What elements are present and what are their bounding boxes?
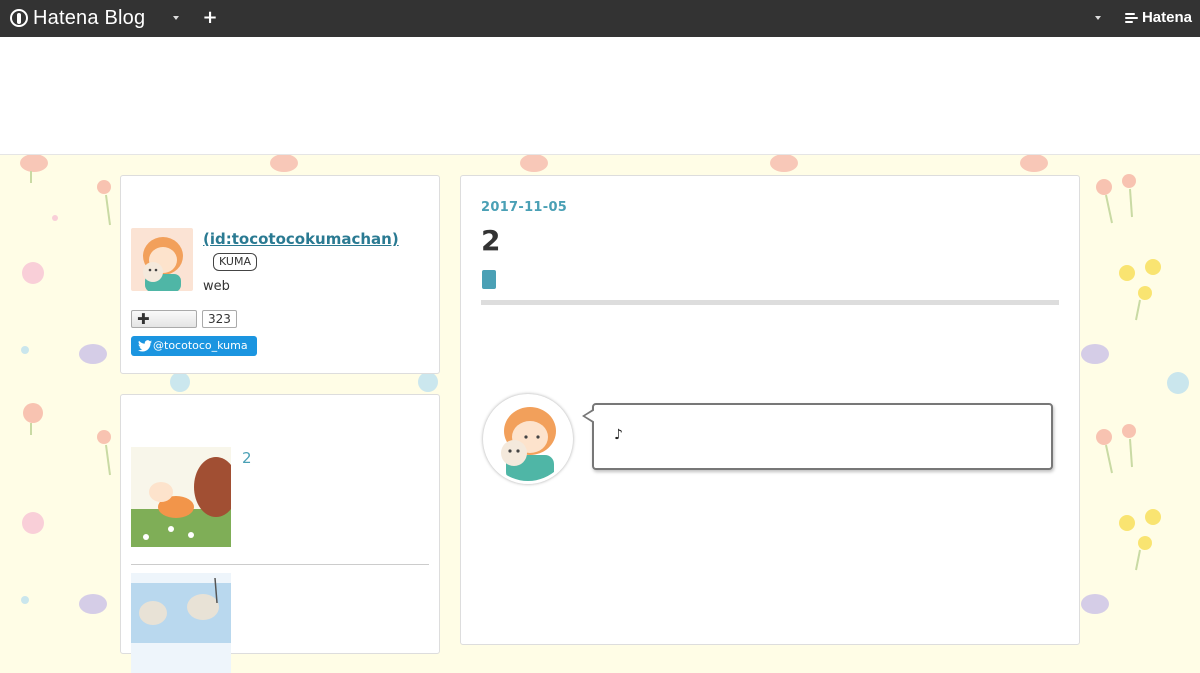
user-menu-chevron-icon[interactable] bbox=[1091, 11, 1105, 25]
hatena-blog-logo[interactable]: Hatena Blog bbox=[10, 7, 145, 29]
hatena-brand-text: Hatena bbox=[1141, 9, 1192, 26]
entry-article: 2017-11-05 2 ♪ bbox=[460, 175, 1080, 645]
twitter-handle: @tocotoco_kuma bbox=[153, 339, 248, 352]
entry-title[interactable]: 2 bbox=[481, 224, 500, 257]
hatena-brand-link[interactable]: Hatena bbox=[1124, 9, 1192, 26]
logo-text: Hatena Blog bbox=[33, 6, 146, 29]
global-header: Hatena Blog + Hatena bbox=[0, 0, 1200, 37]
subscribe-button[interactable]: ✚ bbox=[131, 310, 197, 328]
hatena-blog-logo-icon bbox=[10, 9, 28, 27]
chevron-down-icon[interactable] bbox=[169, 11, 183, 25]
speech-bubble: ♪ bbox=[582, 403, 1053, 470]
blog-header-area bbox=[0, 37, 1200, 155]
reader-count: 323 bbox=[202, 310, 237, 328]
recent-entries-module: 2 bbox=[120, 394, 440, 673]
hatena-brand-icon bbox=[1124, 12, 1139, 24]
recent-entry-title[interactable]: 2 bbox=[242, 449, 252, 467]
speaker-avatar bbox=[483, 394, 573, 484]
profile-avatar[interactable] bbox=[131, 228, 193, 291]
divider bbox=[131, 564, 429, 565]
profile-module: (id:tocotocokumachan) KUMA web ✚ 323 @to… bbox=[120, 175, 440, 374]
speech-bubble-text: ♪ bbox=[614, 427, 623, 443]
entry-date[interactable]: 2017-11-05 bbox=[481, 200, 567, 215]
plus-icon: ✚ bbox=[137, 310, 150, 328]
new-entry-button[interactable]: + bbox=[202, 8, 218, 28]
profile-badge: KUMA bbox=[213, 253, 257, 271]
entry-category-tag[interactable] bbox=[482, 270, 496, 289]
entry-thumbnail[interactable] bbox=[131, 447, 231, 547]
twitter-follow-button[interactable]: @tocotoco_kuma bbox=[131, 336, 257, 356]
profile-name-link[interactable]: (id:tocotocokumachan) bbox=[203, 230, 399, 248]
title-divider bbox=[481, 300, 1059, 305]
entry-thumbnail[interactable] bbox=[131, 573, 231, 673]
profile-description: web bbox=[203, 279, 230, 294]
twitter-bird-icon bbox=[138, 340, 152, 352]
